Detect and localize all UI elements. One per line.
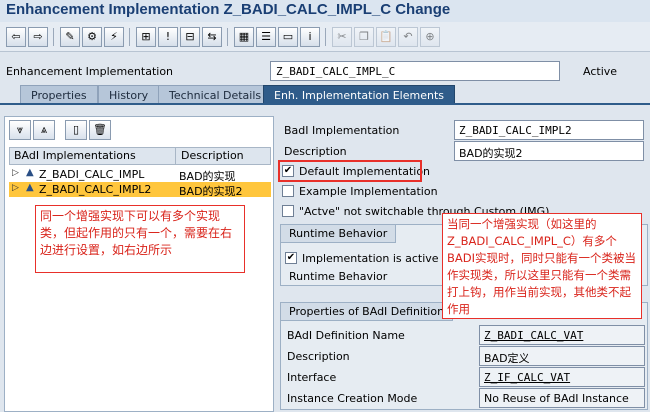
description-field[interactable]: BAD的实现2	[454, 141, 644, 161]
toolbar-separator	[325, 28, 326, 46]
column-badi-implementations[interactable]: BAdI Implementations	[10, 148, 176, 164]
implementation-active-label: Implementation is active	[302, 252, 439, 265]
default-implementation-highlight	[278, 160, 422, 182]
description-row: Description BAD的实现2	[278, 141, 650, 161]
active-switch-checkbox[interactable]	[282, 205, 294, 217]
delete-icon[interactable]: 🗑	[89, 120, 111, 140]
tab-technical-details[interactable]: Technical Details	[158, 85, 273, 104]
instance-mode-label: Instance Creation Mode	[287, 392, 418, 405]
tab-history[interactable]: History	[98, 85, 160, 104]
badi-implementation-field[interactable]: Z_BADI_CALC_IMPL2	[454, 120, 644, 140]
definition-desc-field: BAD定义	[479, 346, 645, 366]
tab-properties[interactable]: Properties	[20, 85, 98, 104]
application-toolbar: ⇦ ⇨ ✎ ⚙ ⚡ ⊞ ! ⊟ ⇆ ▦ ☰ ▭ i ✂ ❐ 📋 ↶ ⊕	[0, 22, 650, 52]
badi-implementation-row: BadI Implementation Z_BADI_CALC_IMPL2	[278, 120, 650, 140]
runtime-behavior-title: Runtime Behavior	[281, 225, 397, 243]
hierarchy-icon[interactable]: ⊞	[136, 27, 156, 47]
list-icon[interactable]: ☰	[256, 27, 276, 47]
information-icon[interactable]: i	[300, 27, 320, 47]
interface-label: Interface	[287, 371, 337, 384]
interface-field[interactable]: Z_IF_CALC_VAT	[479, 367, 645, 387]
info-icon[interactable]: !	[158, 27, 178, 47]
enhancement-header: Enhancement Implementation Z_BADI_CALC_I…	[0, 60, 650, 82]
display-icon[interactable]: ▭	[278, 27, 298, 47]
tab-enh-implementation-elements[interactable]: Enh. Implementation Elements	[263, 85, 456, 104]
other-object-icon[interactable]: ⚙	[82, 27, 102, 47]
layout-icon[interactable]: ▦	[234, 27, 254, 47]
definition-desc-label: Description	[287, 350, 350, 363]
instance-mode-row: Instance Creation Mode No Reuse of BAdI …	[281, 388, 647, 408]
enhancement-label: Enhancement Implementation	[6, 65, 174, 78]
cut-icon[interactable]: ✂	[332, 27, 352, 47]
forward-icon[interactable]: ⇨	[28, 27, 48, 47]
navigate-icon[interactable]: ⇆	[202, 27, 222, 47]
enhancement-status: Active	[583, 65, 618, 78]
definition-name-label: BAdI Definition Name	[287, 329, 405, 342]
expand-arrow-icon[interactable]: ▷	[12, 168, 19, 178]
where-used-icon[interactable]: ⊟	[180, 27, 200, 47]
instance-mode-field: No Reuse of BAdI Instance	[479, 388, 645, 408]
paste-icon[interactable]: 📋	[376, 27, 396, 47]
expand-arrow-icon[interactable]: ▷	[12, 183, 19, 193]
interface-row: Interface Z_IF_CALC_VAT	[281, 367, 647, 387]
tree-row-selected[interactable]: ▷ ▲ Z_BADI_CALC_IMPL2 BAD的实现2	[9, 182, 271, 198]
tab-underline	[0, 103, 650, 105]
tree-row[interactable]: ▷ ▲ Z_BADI_CALC_IMPL BAD的实现	[9, 167, 271, 183]
annotation-left: 同一个增强实现下可以有多个实现类，但起作用的只有一个，需要在右边进行设置，如右边…	[35, 205, 245, 273]
activate-icon[interactable]: ⚡	[104, 27, 124, 47]
definition-name-field[interactable]: Z_BADI_CALC_VAT	[479, 325, 645, 345]
undo-icon[interactable]: ↶	[398, 27, 418, 47]
badi-implementation-label: BadI Implementation	[284, 124, 400, 137]
runtime-behavior-label: Runtime Behavior	[289, 270, 388, 283]
badi-impl-icon: ▲	[26, 167, 34, 178]
enhancement-name-field[interactable]: Z_BADI_CALC_IMPL_C	[270, 61, 560, 81]
example-implementation-label: Example Implementation	[299, 185, 438, 198]
tree-row-desc: BAD的实现2	[179, 185, 243, 198]
collapse-all-icon[interactable]: ⩓	[33, 120, 55, 140]
description-label: Description	[284, 145, 347, 158]
definition-desc-row: Description BAD定义	[281, 346, 647, 366]
expand-all-icon[interactable]: ⩔	[9, 120, 31, 140]
column-description[interactable]: Description	[177, 148, 248, 163]
toolbar-separator	[227, 28, 228, 46]
badi-impl-icon: ▲	[26, 182, 34, 193]
back-icon[interactable]: ⇦	[6, 27, 26, 47]
tree-row-name: Z_BADI_CALC_IMPL2	[39, 183, 152, 196]
definition-name-row: BAdI Definition Name Z_BADI_CALC_VAT	[281, 325, 647, 345]
tree-row-name: Z_BADI_CALC_IMPL	[39, 168, 145, 181]
example-implementation-checkbox[interactable]	[282, 185, 294, 197]
toolbar-separator	[129, 28, 130, 46]
tab-strip: Properties History Technical Details Enh…	[0, 85, 650, 104]
annotation-right: 当同一个增强实现（如这里的Z_BADI_CALC_IMPL_C）有多个BADI实…	[442, 213, 642, 319]
copy-icon[interactable]: ❐	[354, 27, 374, 47]
display-change-icon[interactable]: ✎	[60, 27, 80, 47]
window-title: Enhancement Implementation Z_BADI_CALC_I…	[0, 0, 650, 22]
badi-definition-title: Properties of BAdI Definition	[281, 303, 454, 321]
implementation-active-checkbox[interactable]: ✔	[285, 252, 297, 264]
toolbar-separator	[53, 28, 54, 46]
insert-icon[interactable]: ⊕	[420, 27, 440, 47]
create-icon[interactable]: ▯	[65, 120, 87, 140]
tree-header: BAdI Implementations Description	[9, 147, 271, 165]
